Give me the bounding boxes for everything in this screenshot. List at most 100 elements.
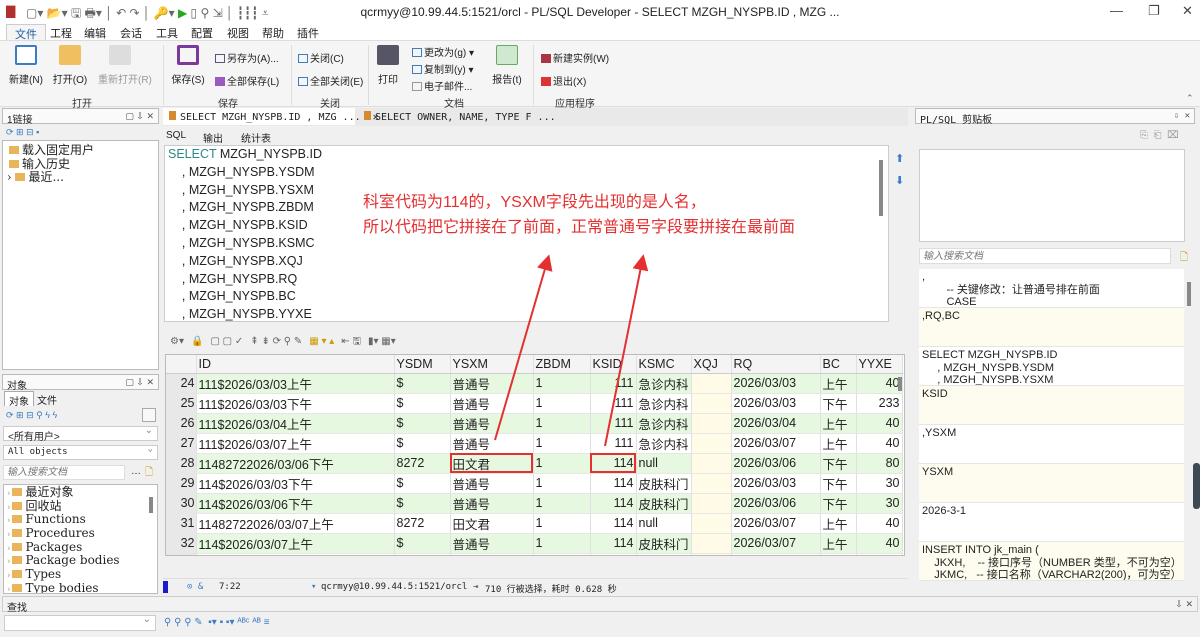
cell-ksid[interactable]: 111 bbox=[590, 393, 637, 414]
scroll-down-icon[interactable]: ⬇ bbox=[895, 174, 904, 187]
cell-ksmc[interactable]: 皮肤科门 bbox=[636, 533, 692, 554]
cell-rq[interactable]: 2026/03/06 bbox=[731, 453, 821, 474]
clipboard-search-input[interactable] bbox=[919, 248, 1171, 264]
close-all-button[interactable]: 全部关闭(E) bbox=[298, 73, 363, 88]
cell-ksid[interactable]: 111 bbox=[590, 373, 637, 394]
cell-yyxe[interactable]: 40 bbox=[856, 413, 903, 434]
cell-xqj[interactable] bbox=[691, 493, 732, 514]
cell-ysdm[interactable]: $ bbox=[394, 373, 451, 394]
new-button[interactable]: 新建(N) bbox=[8, 45, 44, 86]
side-widget[interactable] bbox=[1193, 463, 1200, 509]
close-doc-button[interactable]: 关闭(C) bbox=[298, 50, 344, 65]
cell-xqj[interactable] bbox=[691, 433, 732, 454]
clipboard-item[interactable]: ,RQ,BC bbox=[919, 308, 1184, 347]
cell-xqj[interactable] bbox=[691, 453, 732, 474]
clipboard-preview[interactable] bbox=[919, 149, 1185, 242]
change-to-button[interactable]: 更改为(g) ▾ bbox=[412, 44, 474, 59]
new-doc-icon[interactable]: 🗋 bbox=[145, 465, 153, 482]
tree-item[interactable]: › Functions bbox=[4, 512, 157, 526]
connection-status[interactable]: qcrmyy@10.99.44.5:1521/orcl bbox=[321, 582, 467, 592]
save-all-button[interactable]: 全部保存(L) bbox=[215, 73, 279, 88]
cell-yyxe[interactable]: 40 bbox=[856, 533, 903, 554]
tree-item[interactable]: › Procedures bbox=[4, 526, 157, 540]
new-instance-button[interactable]: 新建实例(W) bbox=[541, 50, 609, 65]
doc-tab[interactable]: SELECT OWNER, NAME, TYPE F ... bbox=[358, 108, 562, 125]
cell-yyxe[interactable]: 30 bbox=[856, 553, 903, 555]
cell-bc[interactable]: 上午 bbox=[820, 373, 857, 394]
close-button[interactable]: ✕ bbox=[1182, 3, 1193, 19]
cell-bc[interactable]: 下午 bbox=[820, 493, 857, 514]
cell-ksid[interactable]: 114 bbox=[590, 513, 637, 534]
tab-files[interactable]: 文件 bbox=[34, 391, 60, 407]
cell-id[interactable]: 111$2026/03/04上午 bbox=[196, 413, 395, 434]
cell-id[interactable]: 11482722026/03/07上午 bbox=[196, 513, 395, 534]
exit-button[interactable]: 退出(X) bbox=[541, 73, 586, 88]
cell-rq[interactable]: 2026/03/03 bbox=[731, 473, 821, 494]
cell-ysdm[interactable]: 8272 bbox=[394, 453, 451, 474]
connections-toolbar[interactable]: ⟳ ⊞ ⊟ ▪ bbox=[6, 127, 39, 138]
clipboard-toolbar[interactable]: ⎘ ⎗ ⌧ bbox=[1140, 130, 1179, 141]
highlighted-cell-ysxm[interactable]: 田文君 bbox=[450, 453, 534, 474]
table-row[interactable]: 32 114$2026/03/07上午 $ 普通号 1 114 皮肤科门 2026/03/07… bbox=[166, 533, 903, 554]
cell-ysdm[interactable]: $ bbox=[394, 393, 451, 414]
table-row[interactable]: 26 111$2026/03/04上午 $ 普通号 1 111 急诊内科 2026/03/04… bbox=[166, 413, 903, 434]
cell-ysdm[interactable]: $ bbox=[394, 473, 451, 494]
new-doc-icon[interactable]: 🗋 bbox=[1180, 250, 1188, 267]
filter-button[interactable] bbox=[142, 408, 156, 422]
column-header-rq[interactable]: RQ bbox=[731, 355, 821, 374]
cell-zbdm[interactable]: 1 bbox=[533, 373, 591, 394]
cell-yyxe[interactable]: 80 bbox=[856, 453, 903, 474]
table-row[interactable]: 25 111$2026/03/03下午 $ 普通号 1 111 急诊内科 2026/03/03… bbox=[166, 393, 903, 414]
cell-ksmc[interactable]: 急诊内科 bbox=[636, 413, 692, 434]
sub-tab-sql[interactable]: SQL bbox=[166, 130, 186, 141]
tree-item[interactable]: 输入历史 bbox=[3, 157, 158, 171]
scrollbar[interactable] bbox=[149, 497, 153, 513]
vertical-scrollbar[interactable] bbox=[898, 377, 902, 391]
cell-yyxe[interactable]: 30 bbox=[856, 473, 903, 494]
table-row[interactable]: 24 111$2026/03/03上午 $ 普通号 1 111 急诊内科 2026/03/03… bbox=[166, 373, 903, 394]
clipboard-item[interactable]: YSXM bbox=[919, 464, 1184, 503]
tree-item[interactable]: › Type bodies bbox=[4, 581, 157, 593]
column-header-id[interactable]: ID bbox=[196, 355, 395, 374]
cell-zbdm[interactable]: 1 bbox=[533, 393, 591, 414]
cell-xqj[interactable] bbox=[691, 393, 732, 414]
tree-item[interactable]: 载入固定用户 bbox=[3, 143, 158, 157]
cell-rq[interactable]: 2026/03/04 bbox=[731, 413, 821, 434]
cell-zbdm[interactable]: 1 bbox=[533, 533, 591, 554]
cell-zbdm[interactable]: 1 bbox=[533, 473, 591, 494]
clipboard-item[interactable]: KSID bbox=[919, 386, 1184, 425]
maximize-button[interactable]: ❐ bbox=[1148, 3, 1160, 19]
cell-ysxm[interactable]: 普通号 bbox=[450, 413, 534, 434]
cell-bc[interactable]: 下午 bbox=[820, 393, 857, 414]
cell-ksmc[interactable]: null bbox=[636, 513, 692, 534]
doc-tab-active[interactable]: SELECT MZGH_NYSPB.ID , MZG ... ✕ bbox=[163, 108, 379, 125]
cell-ksid[interactable]: 111 bbox=[590, 413, 637, 434]
cell-ysdm[interactable]: $ bbox=[394, 433, 451, 454]
cell-zbdm[interactable]: 1 bbox=[533, 453, 591, 474]
clipboard-item[interactable]: 2026-3-1 bbox=[919, 503, 1184, 542]
column-header-ksid[interactable]: KSID bbox=[590, 355, 637, 374]
table-row[interactable]: 28 11482722026/03/06下午 8272 田文君 1 114 null 2026… bbox=[166, 453, 903, 474]
cell-ysdm[interactable]: $ bbox=[394, 413, 451, 434]
cell-ysxm[interactable]: 普通号 bbox=[450, 433, 534, 454]
column-header-ysdm[interactable]: YSDM bbox=[394, 355, 451, 374]
cell-ksmc[interactable]: 皮肤科门 bbox=[636, 493, 692, 514]
cell-ksmc[interactable]: 急诊内科 bbox=[636, 373, 692, 394]
cell-ysxm[interactable]: 普通号 bbox=[450, 393, 534, 414]
cell-rq[interactable]: 2026/03/07 bbox=[731, 433, 821, 454]
cell-ksmc[interactable]: 皮肤科门 bbox=[636, 553, 692, 555]
cell-zbdm[interactable]: 1 bbox=[533, 493, 591, 514]
report-button[interactable]: 报告(t) bbox=[490, 45, 524, 86]
cell-ksmc[interactable]: 急诊内科 bbox=[636, 433, 692, 454]
column-header-ysxm[interactable]: YSXM bbox=[450, 355, 534, 374]
cell-bc[interactable]: 上午 bbox=[820, 533, 857, 554]
cell-id[interactable]: 111$2026/03/03下午 bbox=[196, 393, 395, 414]
open-button[interactable]: 打开(O) bbox=[50, 45, 90, 86]
tree-item[interactable]: › 最近对象 bbox=[4, 485, 157, 499]
table-row[interactable]: 31 11482722026/03/07上午 8272 田文君 1 114 null 2026… bbox=[166, 513, 903, 534]
cell-rq[interactable]: 2026/03/07 bbox=[731, 513, 821, 534]
cell-bc[interactable]: 上午 bbox=[820, 433, 857, 454]
tab-objects[interactable]: 对象 bbox=[4, 391, 34, 408]
scroll-up-icon[interactable]: ⬆ bbox=[895, 152, 904, 165]
email-button[interactable]: 电子邮件... bbox=[412, 78, 472, 93]
